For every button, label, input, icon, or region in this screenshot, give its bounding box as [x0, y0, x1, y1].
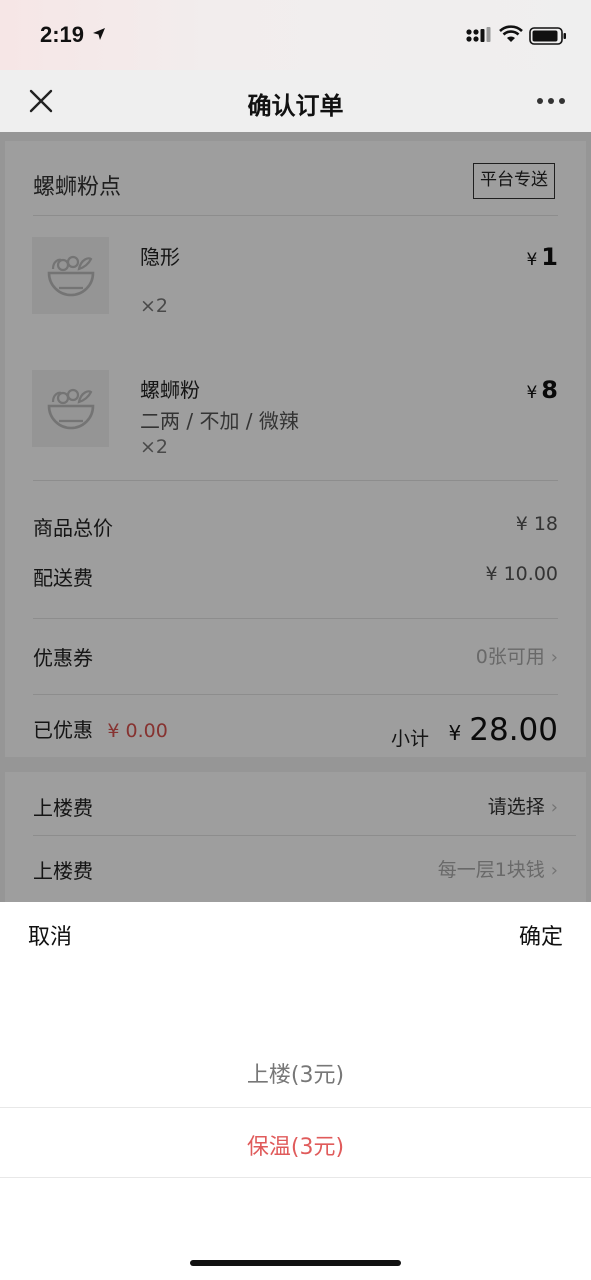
more-options-icon[interactable]	[536, 96, 566, 106]
cellular-signal-icon	[466, 27, 491, 42]
modal-backdrop[interactable]	[0, 132, 591, 902]
picker-sheet: 取消 确定 上楼(3元) 保温(3元)	[0, 902, 591, 1280]
battery-icon	[529, 27, 566, 45]
status-time: 2:19	[40, 22, 85, 47]
picker-option[interactable]: 上楼(3元)	[0, 1057, 591, 1089]
picker-selection-line	[0, 1177, 591, 1178]
picker-selection-line	[0, 1107, 591, 1108]
home-indicator	[190, 1260, 401, 1266]
cancel-button[interactable]: 取消	[28, 919, 72, 951]
location-arrow-icon	[93, 28, 105, 40]
picker-option-selected[interactable]: 保温(3元)	[0, 1129, 591, 1161]
confirm-button[interactable]: 确定	[519, 919, 563, 951]
page-title: 确认订单	[247, 92, 344, 120]
wifi-icon	[499, 25, 523, 42]
nav-bar: 确认订单	[0, 70, 591, 132]
status-bar: 2:19	[0, 0, 591, 70]
